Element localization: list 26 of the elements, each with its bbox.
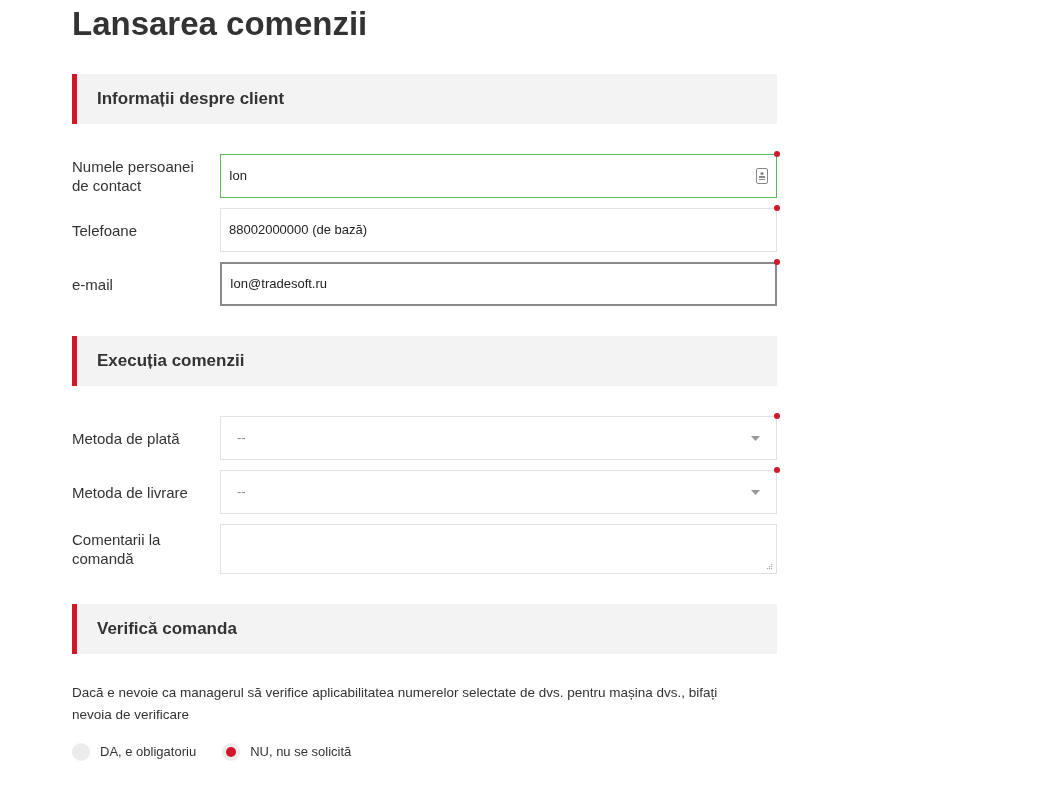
section-header: Informații despre client (72, 74, 777, 124)
field-label: e-mail (72, 274, 114, 294)
resize-handle-icon (766, 563, 773, 570)
field-label: Comentarii la comandă (72, 530, 162, 568)
radio-label: NU, nu se solicită (250, 743, 352, 761)
input-field[interactable]: 88002000000 (de bază) (220, 208, 777, 252)
field-label: Telefoane (72, 220, 139, 240)
radio-option[interactable]: NU, nu se solicită (222, 742, 352, 762)
field-label: Metoda de plată (72, 428, 181, 448)
dropdown-field[interactable]: -- (220, 416, 777, 460)
radio-label: DA, e obligatoriu (100, 743, 197, 761)
dropdown-field[interactable]: -- (220, 470, 777, 514)
field-label: Numele persoanei de contact (72, 157, 195, 195)
radio-option[interactable]: DA, e obligatoriu (72, 742, 197, 762)
caret-icon (751, 435, 760, 441)
radio-button[interactable] (222, 742, 241, 761)
section-header: Execuția comenzii (72, 336, 777, 386)
page-title: Lansarea comenzii (72, 4, 369, 44)
input-field[interactable]: Ion (220, 154, 777, 198)
section-header: Verifică comanda (72, 604, 777, 654)
caret-icon (751, 489, 760, 495)
field-label: Metoda de livrare (72, 482, 189, 502)
contact-card-icon (756, 168, 768, 184)
verification-note: Dacă e nevoie ca managerul să verifice aplicabilitatea numerelor selectate de dvs. pentru mașina dvs., bifați nevoia de verificare (72, 684, 719, 724)
input-field[interactable]: Ion@tradesoft.ru (220, 262, 777, 306)
comment-field[interactable] (220, 524, 777, 574)
